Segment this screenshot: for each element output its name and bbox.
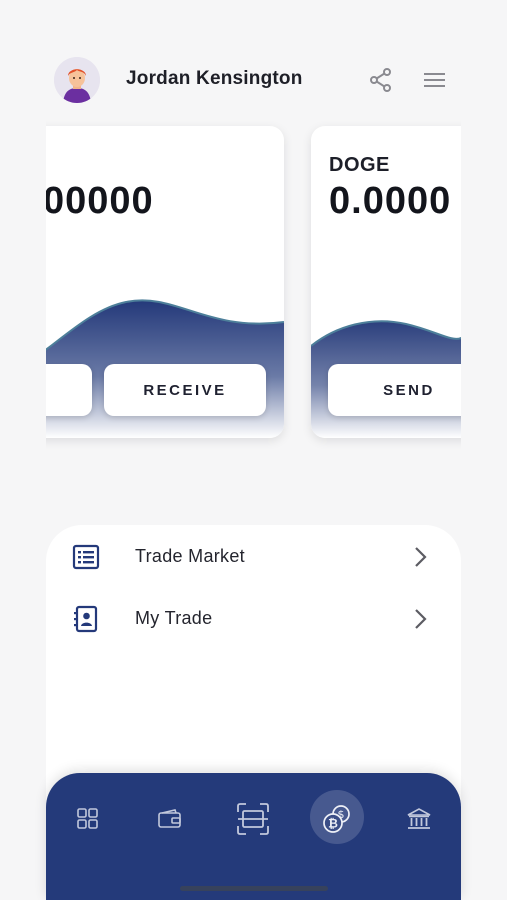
share-icon[interactable] <box>368 67 394 93</box>
contact-book-icon <box>72 605 100 633</box>
wallet-card[interactable]: DOGE 0.0000 SEND <box>311 126 461 438</box>
send-button[interactable] <box>46 364 92 416</box>
scan-icon[interactable] <box>235 801 271 837</box>
wallet-carousel[interactable]: 00000 RECEIVE DOGE 0.0000 SEND <box>46 118 461 458</box>
menu-item-label: My Trade <box>135 608 213 628</box>
crypto-coins-icon[interactable]: $ ₿ <box>319 801 355 837</box>
svg-text:₿: ₿ <box>328 817 338 831</box>
home-indicator <box>180 886 328 891</box>
user-avatar-icon <box>54 57 100 103</box>
menu-item-trade-market[interactable]: Trade Market <box>46 526 461 584</box>
chevron-right-icon <box>412 545 430 569</box>
wallet-card[interactable]: 00000 RECEIVE <box>46 126 284 438</box>
bottom-navigation: $ ₿ <box>46 773 461 900</box>
bank-icon[interactable] <box>401 801 437 837</box>
send-button[interactable]: SEND <box>328 364 461 416</box>
balance-amount: 0.0000 <box>329 180 452 222</box>
user-name: Jordan Kensington <box>126 68 303 89</box>
avatar[interactable] <box>54 57 100 103</box>
list-icon <box>72 543 100 571</box>
menu-item-my-trade[interactable]: My Trade <box>46 588 461 646</box>
balance-amount: 00000 <box>46 180 154 222</box>
dashboard-icon[interactable] <box>70 801 106 837</box>
coin-name: DOGE <box>329 154 390 176</box>
hamburger-menu-icon[interactable] <box>422 68 448 92</box>
wallet-icon[interactable] <box>152 801 188 837</box>
menu-item-label: Trade Market <box>135 546 245 566</box>
receive-button[interactable]: RECEIVE <box>104 364 266 416</box>
chevron-right-icon <box>412 607 430 631</box>
